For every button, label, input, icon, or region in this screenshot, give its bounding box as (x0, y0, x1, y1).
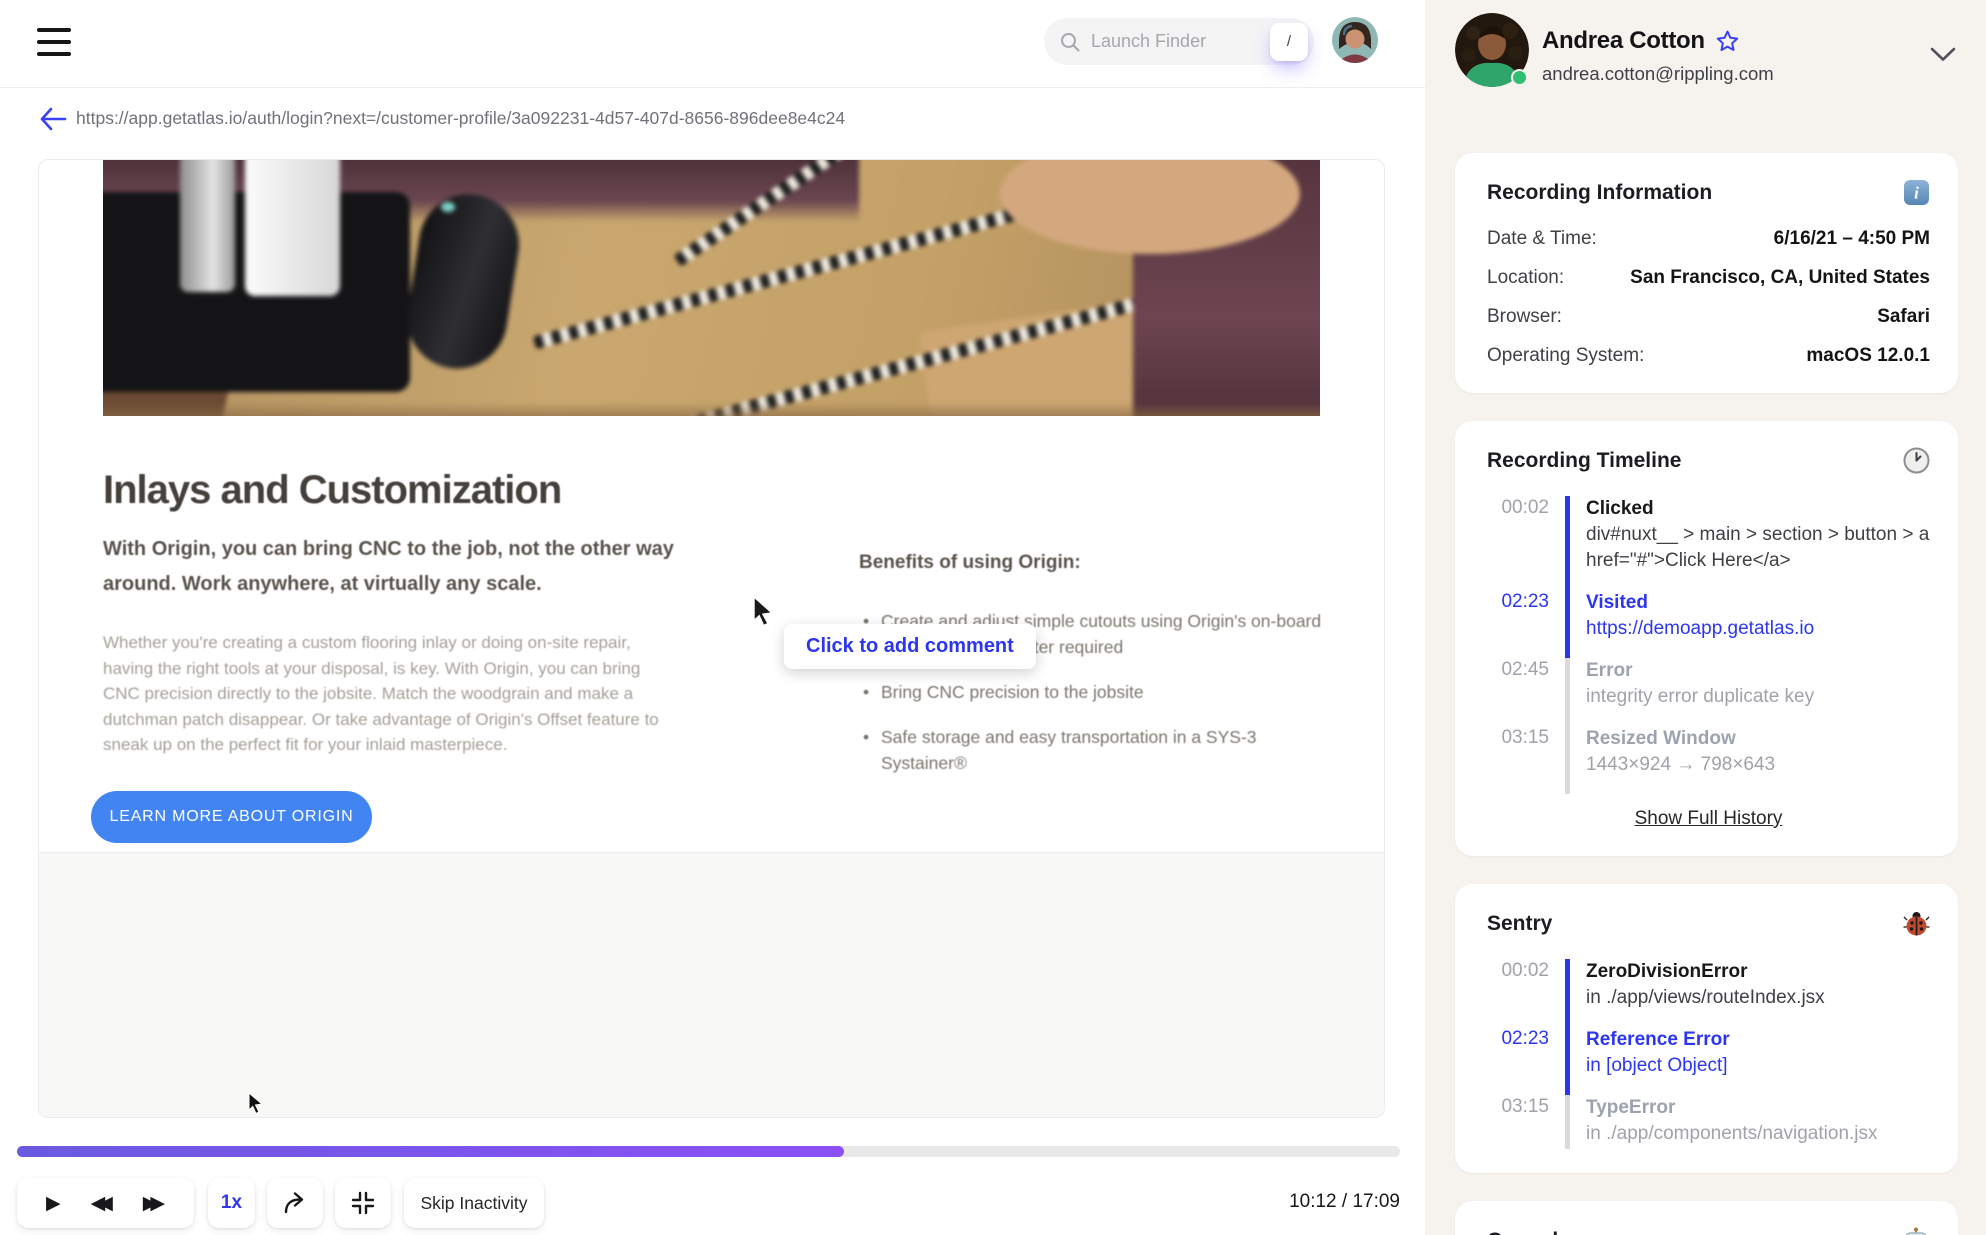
page-intro-body: Whether you're creating a custom floorin… (103, 633, 659, 754)
sentry-event[interactable]: 00:02 ZeroDivisionError in ./app/views/ro… (1487, 959, 1930, 1027)
share-forward-icon[interactable] (267, 1178, 323, 1228)
hamburger-menu-icon[interactable] (37, 28, 71, 56)
benefit-item: Safe storage and easy transportation in … (861, 724, 1347, 776)
page-lower-section: WORKSTΔTION (39, 852, 1384, 1117)
sentry-event[interactable]: 03:15 TypeError in ./app/components/navig… (1487, 1095, 1930, 1149)
panel-title: Recording Timeline (1487, 448, 1682, 472)
robot-icon (1902, 1227, 1930, 1235)
recorded-cursor (751, 596, 779, 626)
collapse-icon[interactable] (335, 1178, 391, 1228)
page-heading: Inlays and Customization (103, 468, 562, 512)
console-panel: Console (1455, 1201, 1958, 1235)
search-input[interactable] (1091, 31, 1270, 52)
replay-url-row: https://app.getatlas.io/auth/login?next=… (0, 102, 1425, 142)
search-bar[interactable]: / (1044, 18, 1314, 65)
bug-icon (1903, 910, 1930, 937)
progress-fill (17, 1146, 845, 1157)
fast-forward-icon[interactable]: ▶▶ (143, 1192, 165, 1215)
timeline-event[interactable]: 00:02 Clicked div#nuxt__ > main > section… (1487, 496, 1930, 590)
info-row: Location: San Francisco, CA, United State… (1487, 267, 1930, 288)
info-icon: i (1903, 179, 1930, 206)
panel-title: Console (1487, 1229, 1570, 1235)
replay-viewport: Inlays and Customization With Origin, yo… (38, 159, 1385, 1118)
timeline-event[interactable]: 03:15 Resized Window 1443×924 → 798×643 (1487, 726, 1930, 794)
playback-time-display: 10:12 / 17:09 (1289, 1191, 1400, 1212)
star-icon[interactable] (1715, 29, 1740, 53)
sidebar: Andrea Cotton andrea.cotton@rippling.com… (1425, 0, 1986, 1235)
replay-url: https://app.getatlas.io/auth/login?next=… (76, 108, 846, 128)
user-name: Andrea Cotton (1542, 27, 1705, 54)
info-row: Browser: Safari (1487, 306, 1930, 327)
timeline-event[interactable]: 02:45 Error integrity error duplicate key (1487, 658, 1930, 726)
page-intro-bold: With Origin, you can bring CNC to the jo… (103, 538, 674, 595)
chevron-down-icon[interactable] (1930, 47, 1956, 62)
clock-icon (1903, 447, 1930, 474)
learn-more-button[interactable]: LEARN MORE ABOUT ORIGIN (91, 791, 372, 843)
sentry-panel: Sentry 00:02 ZeroDivisionError in ./app/v… (1455, 884, 1958, 1173)
panel-title: Sentry (1487, 911, 1553, 935)
recording-timeline-panel: Recording Timeline 00:02 Clicked div#nuxt… (1455, 421, 1958, 856)
info-row: Operating System: macOS 12.0.1 (1487, 345, 1930, 366)
sidebar-user-header: Andrea Cotton andrea.cotton@rippling.com (1455, 13, 1958, 103)
rewind-icon[interactable]: ◀◀ (91, 1192, 113, 1215)
recorded-cursor-small (247, 1092, 267, 1114)
main-area: / https://app.getatlas.io/auth/login?nex… (0, 0, 1425, 1235)
sentry-event[interactable]: 02:23 Reference Error in [object Object] (1487, 1027, 1930, 1095)
top-bar: / (0, 0, 1425, 88)
search-shortcut-key: / (1270, 22, 1308, 61)
svg-text:i: i (1914, 184, 1919, 203)
transport-controls: ▶ ◀◀ ▶▶ (17, 1178, 194, 1228)
search-icon (1059, 31, 1081, 53)
info-row: Date & Time: 6/16/21 – 4:50 PM (1487, 228, 1930, 249)
panel-title: Recording Information (1487, 180, 1713, 204)
benefits-title: Benefits of using Origin: (859, 552, 1081, 573)
timeline-event[interactable]: 02:23 Visited https://demoapp.getatlas.io (1487, 590, 1930, 658)
session-replay-app: / https://app.getatlas.io/auth/login?nex… (0, 0, 1986, 1235)
user-email: andrea.cotton@rippling.com (1542, 63, 1774, 84)
topbar-user-avatar[interactable] (1332, 17, 1378, 63)
benefit-item: Bring CNC precision to the jobsite (861, 679, 1347, 705)
playback-speed-button[interactable]: 1x (208, 1178, 255, 1228)
skip-inactivity-button[interactable]: Skip Inactivity (404, 1178, 544, 1228)
recording-information-panel: Recording Information i Date & Time: 6/16… (1455, 153, 1958, 393)
replay-photo (103, 160, 1320, 416)
add-comment-tooltip[interactable]: Click to add comment (784, 624, 1036, 669)
show-full-history-link[interactable]: Show Full History (1635, 808, 1783, 830)
playback-progress-bar[interactable] (17, 1146, 1400, 1157)
back-arrow-icon[interactable] (38, 106, 68, 132)
play-icon[interactable]: ▶ (46, 1192, 61, 1215)
online-status-dot (1511, 69, 1528, 86)
